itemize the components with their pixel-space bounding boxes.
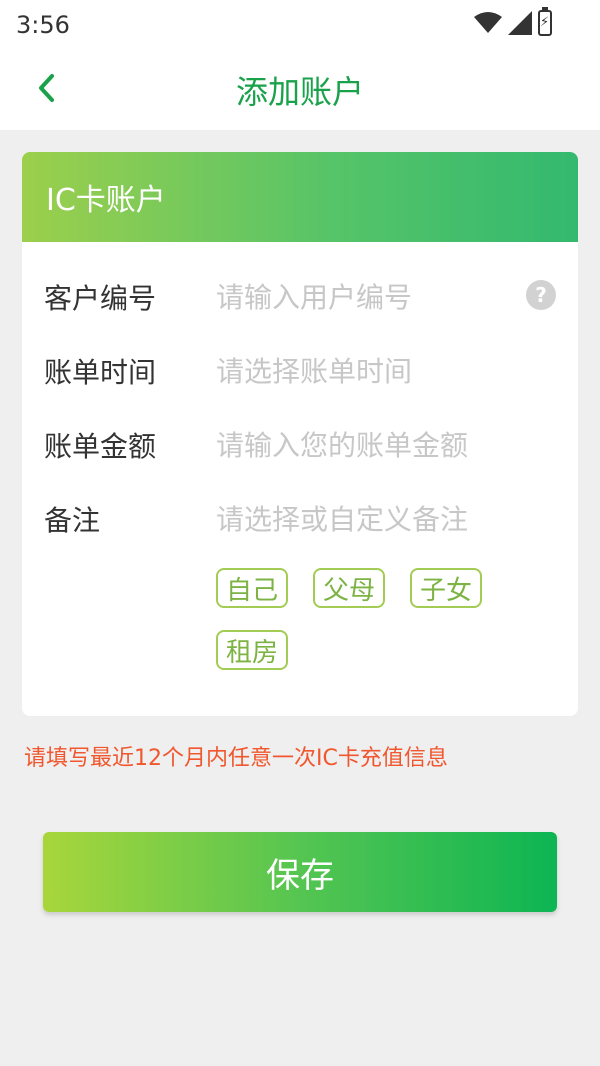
remark-label: 备注 [44,504,101,537]
customer-number-input[interactable] [216,280,526,314]
nav-bar: 添加账户 [0,50,600,130]
bill-amount-row: 账单金额 [44,408,556,482]
help-icon[interactable]: ? [526,280,556,310]
tag-self[interactable]: 自己 [216,568,289,608]
card-header: IC卡账户 [22,152,578,242]
bill-amount-label: 账单金额 [44,430,157,463]
status-icons [474,7,552,36]
page-title: 添加账户 [235,73,364,111]
notice-text: 请填写最近12个月内任意一次IC卡充值信息 [24,746,448,771]
account-form: 客户编号 ? 账单时间 账单金额 备注 自己 父母 子女 租房 [22,260,578,670]
tag-rent[interactable]: 租房 [216,630,289,670]
remark-tags: 自己 父母 子女 租房 [216,568,516,670]
bill-time-row: 账单时间 [44,334,556,408]
back-button[interactable] [26,68,66,108]
remark-row: 备注 [44,482,556,556]
tag-children[interactable]: 子女 [410,568,483,608]
bill-time-label: 账单时间 [44,356,157,389]
battery-charging-icon [538,7,552,36]
customer-number-label: 客户编号 [44,282,157,315]
main-content: IC卡账户 客户编号 ? 账单时间 账单金额 备注 自己 父母 [0,130,600,912]
bill-amount-input[interactable] [216,428,526,462]
status-time: 3:56 [16,11,70,39]
ic-card-account-form: IC卡账户 客户编号 ? 账单时间 账单金额 备注 自己 父母 [22,152,578,716]
tag-parents[interactable]: 父母 [313,568,386,608]
save-button[interactable]: 保存 [43,832,557,912]
card-header-title: IC卡账户 [46,183,166,218]
remark-input[interactable] [216,502,526,536]
signal-icon [508,11,532,35]
bill-time-picker[interactable] [216,354,526,388]
chevron-left-icon [39,74,54,102]
customer-number-row: 客户编号 ? [44,260,556,334]
status-bar: 3:56 [0,0,600,50]
wifi-icon [474,12,502,33]
